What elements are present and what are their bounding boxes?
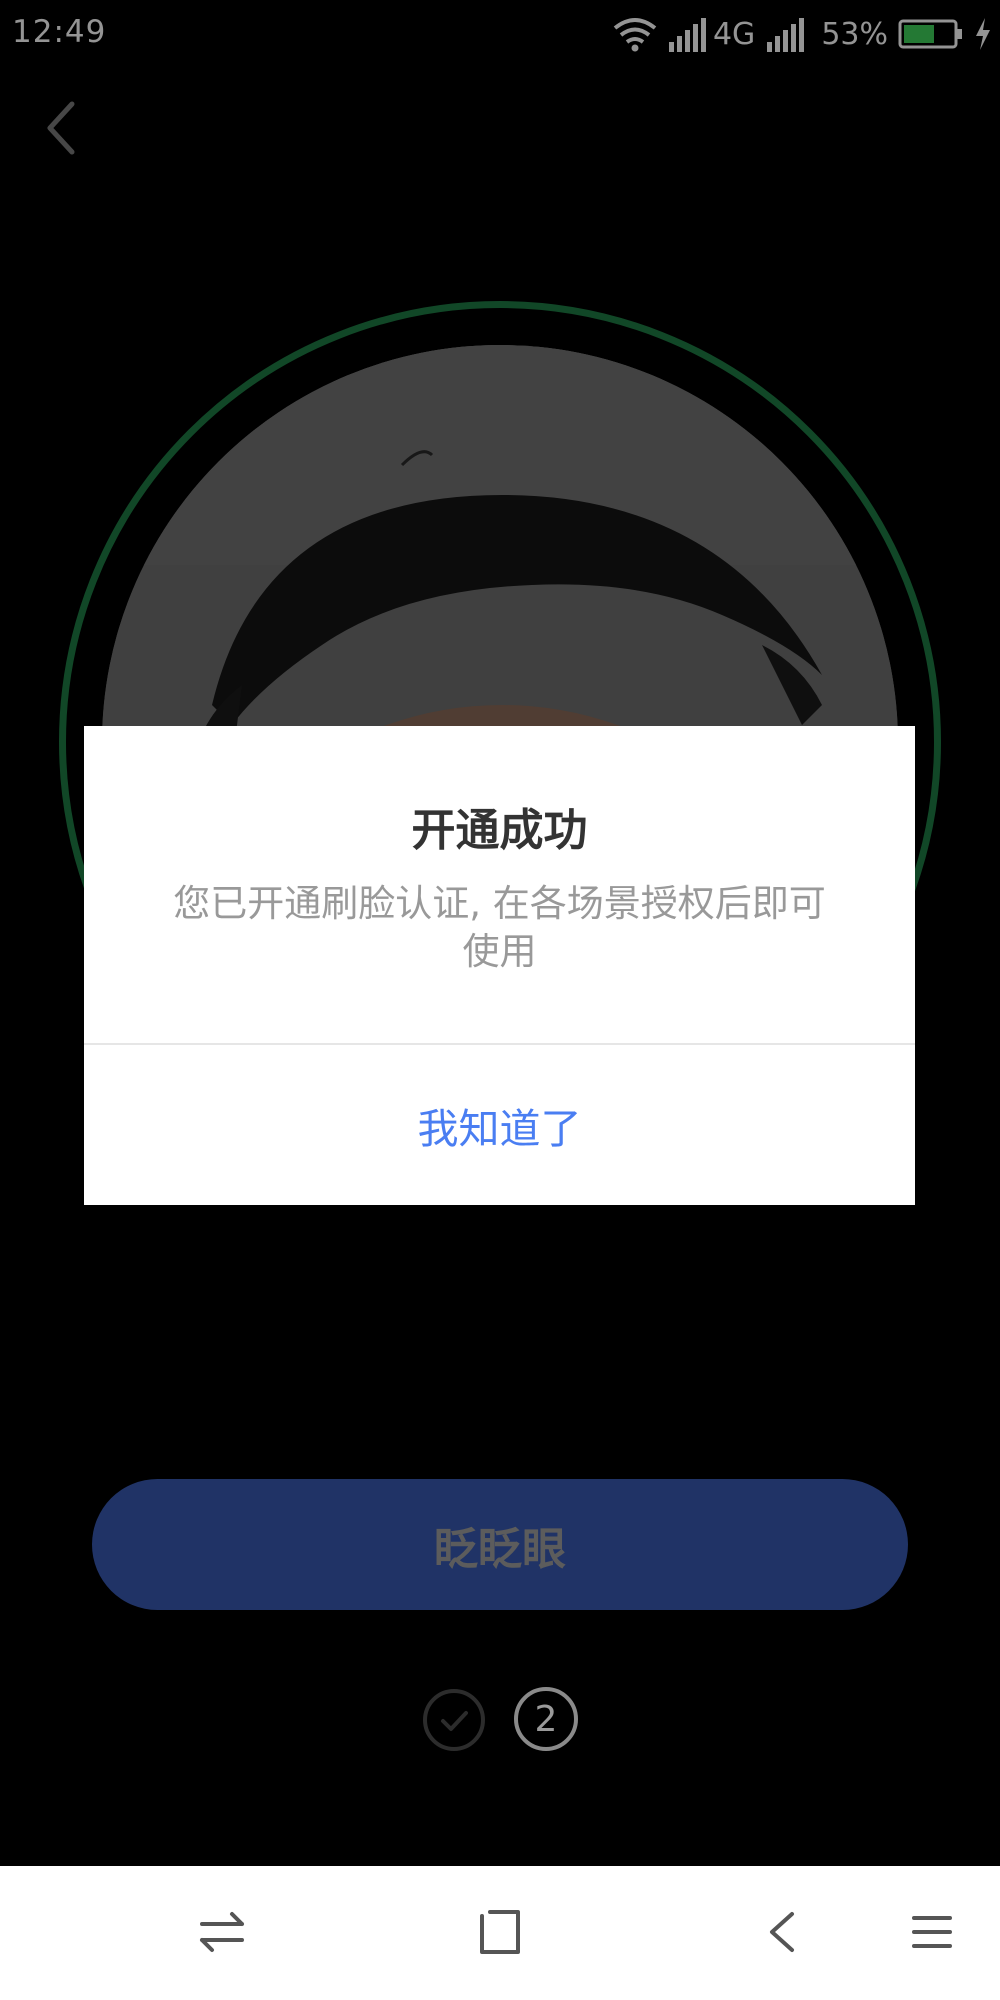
menu-icon[interactable] [900, 1900, 964, 1964]
step-indicator-current: 2 [514, 1687, 578, 1751]
system-nav-bar [0, 1866, 1000, 2000]
dialog-message: 您已开通刷脸认证, 在各场景授权后即可使用 [173, 882, 826, 973]
got-it-button[interactable]: 我知道了 [84, 1045, 915, 1205]
blink-button[interactable]: 眨眨眼 [92, 1479, 908, 1610]
step-indicator-done [423, 1689, 485, 1751]
dialog-title: 开通成功 [411, 805, 588, 856]
home-square-icon[interactable] [468, 1900, 532, 1964]
back-arrow-icon[interactable] [752, 1900, 816, 1964]
success-dialog: 开通成功 您已开通刷脸认证, 在各场景授权后即可使用 我知道了 [84, 726, 915, 1205]
check-icon [427, 1711, 481, 1751]
switch-apps-icon[interactable] [190, 1900, 254, 1964]
face-verification-screen: 12:49 4G 53% 眨眨眼 2 开通成功 您已开通刷脸认证, 在各场景授权… [0, 0, 1000, 2000]
